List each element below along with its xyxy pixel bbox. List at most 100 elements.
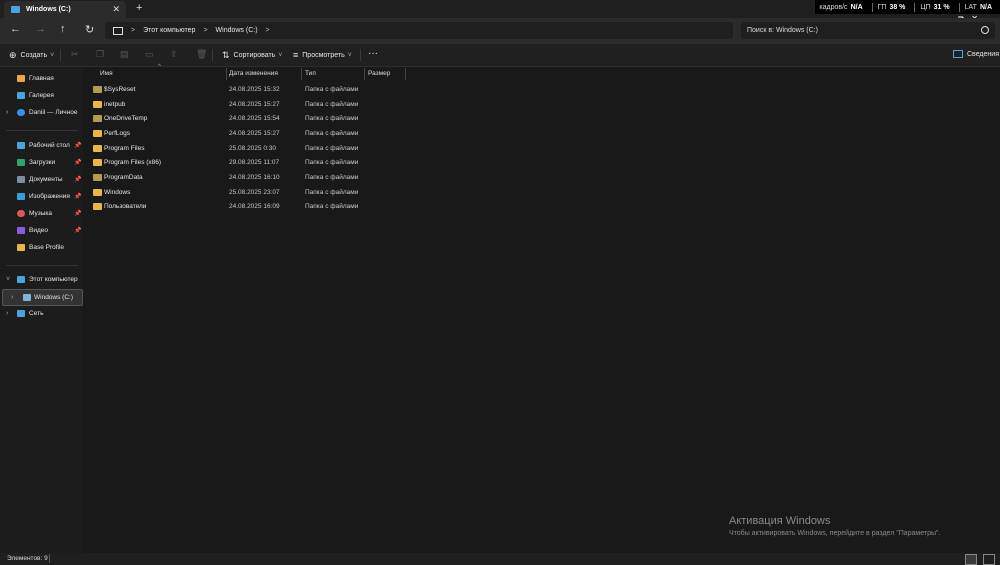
address-bar[interactable]: > Этот компьютер > Windows (C:) > [105, 22, 733, 39]
documents-icon [17, 176, 25, 183]
chevron-down-icon[interactable]: ˅ [6, 276, 10, 283]
view-button[interactable]: ≡ Просмотреть ˅ [293, 50, 352, 60]
sort-button[interactable]: ⇅ Сортировать ˅ [222, 50, 282, 61]
table-row[interactable]: ProgramData 24.08.2025 16:10 Папка с фай… [88, 171, 388, 185]
sidebar-item-onedrive[interactable]: › Daniil — Личное [0, 105, 83, 120]
sidebar-item-home[interactable]: Главная [0, 71, 83, 86]
refresh-button[interactable]: ↻ [85, 23, 94, 36]
breadcrumb-drive-c[interactable]: Windows (C:) [216, 27, 258, 34]
cut-icon[interactable]: ✂ [71, 49, 79, 60]
pin-icon[interactable]: 📌 [74, 210, 81, 217]
search-icon [981, 26, 989, 34]
tab-windows-c[interactable]: Windows (C:) ✕ [4, 1, 126, 18]
chevron-right-icon[interactable]: > [203, 27, 207, 34]
sidebar-item-desktop[interactable]: Рабочий стол 📌 [0, 138, 83, 153]
forward-button[interactable]: → [35, 23, 46, 35]
file-type: Папка с файлами [305, 189, 359, 196]
chevron-right-icon[interactable]: › [11, 294, 13, 301]
folder-icon [17, 244, 25, 251]
table-row[interactable]: Program Files (x86) 29.08.2025 11:07 Пап… [88, 156, 388, 170]
tiles-view-icon[interactable] [983, 554, 995, 565]
paste-icon[interactable]: ▤ [120, 49, 129, 60]
new-tab-button[interactable]: + [136, 2, 142, 14]
sidebar-divider [6, 265, 78, 266]
watermark-subtitle: Чтобы активировать Windows, перейдите в … [729, 530, 941, 537]
sidebar-item-label: Галерея [29, 92, 54, 99]
sidebar-item-videos[interactable]: Видео 📌 [0, 223, 83, 238]
performance-overlay: кадров/с N/A ГП 38 % ЦП 31 % LAT N/A [815, 0, 1000, 14]
delete-icon[interactable]: 🗑 [196, 49, 207, 60]
file-name: inetpub [104, 101, 126, 108]
view-label: Просмотреть [302, 51, 345, 59]
pin-icon[interactable]: 📌 [74, 193, 81, 200]
sort-label: Сортировать [233, 52, 276, 59]
chevron-down-icon: ˅ [278, 52, 283, 59]
file-date: 24.08.2025 15:54 [229, 115, 280, 122]
file-date: 24.08.2025 16:09 [229, 203, 280, 210]
chevron-right-icon[interactable]: > [266, 27, 270, 34]
share-icon[interactable]: ⇪ [170, 49, 178, 60]
network-icon [17, 310, 25, 317]
sidebar-item-this-pc[interactable]: ˅ Этот компьютер [0, 272, 83, 287]
sidebar-item-network[interactable]: › Сеть [0, 306, 83, 321]
sidebar-item-gallery[interactable]: Галерея [0, 88, 83, 103]
breadcrumb-this-pc[interactable]: Этот компьютер [143, 27, 195, 34]
sidebar-item-pictures[interactable]: Изображения 📌 [0, 189, 83, 204]
command-bar: ⊕ Создать ˅ ✂ ❐ ▤ ▭ ⇪ 🗑 ⇅ Сортировать ˅ … [0, 44, 1000, 67]
copy-icon[interactable]: ❐ [96, 49, 104, 60]
folder-icon [93, 203, 102, 210]
overlay-divider [871, 2, 873, 12]
table-row[interactable]: $SysReset 24.08.2025 15:32 Папка с файла… [88, 83, 388, 97]
details-pane-icon [953, 50, 963, 58]
table-row[interactable]: Program Files 25.08.2025 0:30 Папка с фа… [88, 142, 388, 156]
column-divider[interactable] [301, 68, 302, 80]
column-divider[interactable] [364, 68, 365, 80]
tab-close-icon[interactable]: ✕ [112, 4, 120, 15]
file-type: Папка с файлами [305, 115, 359, 122]
pin-icon[interactable]: 📌 [74, 227, 81, 234]
gpu-value: 38 % [889, 3, 906, 11]
sidebar-divider [6, 130, 78, 131]
pin-icon[interactable]: 📌 [74, 142, 81, 149]
folder-icon [93, 115, 102, 122]
table-row[interactable]: OneDriveTemp 24.08.2025 15:54 Папка с фа… [88, 112, 388, 126]
folder-icon [93, 145, 102, 152]
search-input[interactable]: Поиск в: Windows (C:) [741, 22, 995, 39]
file-name: ProgramData [104, 174, 143, 181]
table-row[interactable]: Пользователи 24.08.2025 16:09 Папка с фа… [88, 200, 388, 214]
toolbar-divider [60, 49, 61, 61]
file-list: ^ Имя Дата изменения Тип Размер $SysRese… [84, 64, 1000, 553]
create-button[interactable]: ⊕ Создать ˅ [9, 50, 54, 61]
downloads-icon [17, 159, 25, 166]
sidebar-item-drive-c[interactable]: › Windows (C:) [2, 289, 83, 306]
column-header-size[interactable]: Размер [368, 67, 390, 80]
pin-icon[interactable]: 📌 [74, 159, 81, 166]
table-row[interactable]: inetpub 24.08.2025 15:27 Папка с файлами [88, 98, 388, 112]
file-name: Program Files [104, 145, 145, 152]
details-button[interactable]: Сведения [953, 50, 999, 58]
pin-icon[interactable]: 📌 [74, 176, 81, 183]
column-header-type[interactable]: Тип [305, 67, 316, 80]
sidebar-item-downloads[interactable]: Загрузки 📌 [0, 155, 83, 170]
videos-icon [17, 227, 25, 234]
file-date: 25.08.2025 0:30 [229, 145, 276, 152]
chevron-right-icon[interactable]: > [131, 27, 135, 34]
sidebar-item-documents[interactable]: Документы 📌 [0, 172, 83, 187]
table-row[interactable]: PerfLogs 24.08.2025 15:27 Папка с файлам… [88, 127, 388, 141]
column-divider[interactable] [226, 68, 227, 80]
table-row[interactable]: Windows 25.08.2025 23:07 Папка с файлами [88, 186, 388, 200]
sidebar-item-base-profile[interactable]: Base Profile [0, 240, 83, 255]
rename-icon[interactable]: ▭ [145, 49, 154, 60]
more-options-button[interactable]: ··· [368, 48, 378, 59]
column-divider[interactable] [405, 68, 406, 80]
chevron-right-icon[interactable]: › [6, 310, 8, 317]
details-view-icon[interactable] [965, 554, 977, 565]
up-button[interactable]: ↑ [60, 23, 66, 35]
chevron-right-icon[interactable]: › [6, 109, 8, 116]
folder-icon [93, 159, 102, 166]
sidebar-item-music[interactable]: Музыка 📌 [0, 206, 83, 221]
column-header-name[interactable]: Имя [100, 67, 113, 80]
gpu-label: ГП [877, 3, 887, 11]
back-button[interactable]: ← [10, 23, 21, 35]
column-header-date[interactable]: Дата изменения [229, 67, 278, 80]
